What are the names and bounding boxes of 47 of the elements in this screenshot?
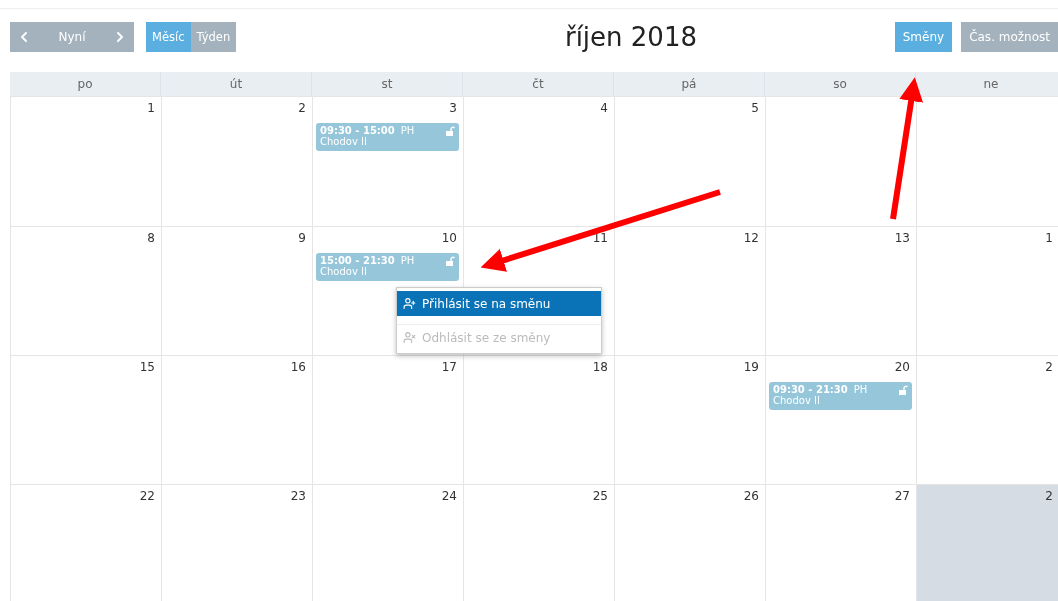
day-number: 17 (441, 360, 457, 374)
unlock-icon (446, 126, 455, 136)
day-number: 12 (743, 231, 759, 245)
day-number: 8 (147, 231, 155, 245)
day-number: 23 (290, 489, 306, 503)
shift-event[interactable]: 09:30 - 21:30 PH Chodov II (769, 382, 912, 410)
day-number: 15 (139, 360, 155, 374)
day-number: 9 (298, 231, 306, 245)
menu-item[interactable]: Přihlásit se na směnu (397, 291, 601, 316)
day-number: 24 (441, 489, 457, 503)
day-number: 1 (147, 101, 155, 115)
user-plus-icon (403, 297, 416, 310)
day-number: 4 (600, 101, 608, 115)
weekday-header: út (161, 72, 312, 96)
day-number: 26 (743, 489, 759, 503)
day-number: 5 (751, 101, 759, 115)
day-number: 2 (298, 101, 306, 115)
shift-event[interactable]: 09:30 - 15:00 PH Chodov II (316, 123, 459, 151)
day-number: 16 (290, 360, 306, 374)
view-tab[interactable]: Měsíc (146, 22, 191, 52)
day-number: 27 (894, 489, 910, 503)
weekday-header: pá (614, 72, 765, 96)
shift-event[interactable]: 15:00 - 21:30 PH Chodov II (316, 253, 459, 281)
day-number: 25 (592, 489, 608, 503)
weekday-header: ne (916, 72, 1058, 96)
view-tab[interactable]: Týden (190, 22, 237, 52)
weekday-header: st (312, 72, 463, 96)
day-number: 2 (1045, 489, 1053, 503)
day-number: 13 (894, 231, 910, 245)
day-number: 22 (139, 489, 155, 503)
day-number: 10 (441, 231, 457, 245)
day-number: 2 (1045, 360, 1053, 374)
unlock-icon (899, 385, 908, 395)
month-title: říjen 2018 (563, 22, 698, 52)
user-remove-icon (403, 331, 416, 344)
weekday-header: po (10, 72, 161, 96)
mode-button[interactable]: Směny (894, 22, 953, 52)
day-number: 19 (743, 360, 759, 374)
mode-button[interactable]: Čas. možnost (961, 22, 1058, 52)
day-number: 1 (1045, 231, 1053, 245)
weekday-header: so (765, 72, 916, 96)
day-number: 3 (449, 101, 457, 115)
day-number: 20 (894, 360, 910, 374)
unlock-icon (446, 256, 455, 266)
weekday-header: čt (463, 72, 614, 96)
now-button[interactable]: Nyní (58, 30, 86, 44)
day-number: 18 (592, 360, 608, 374)
